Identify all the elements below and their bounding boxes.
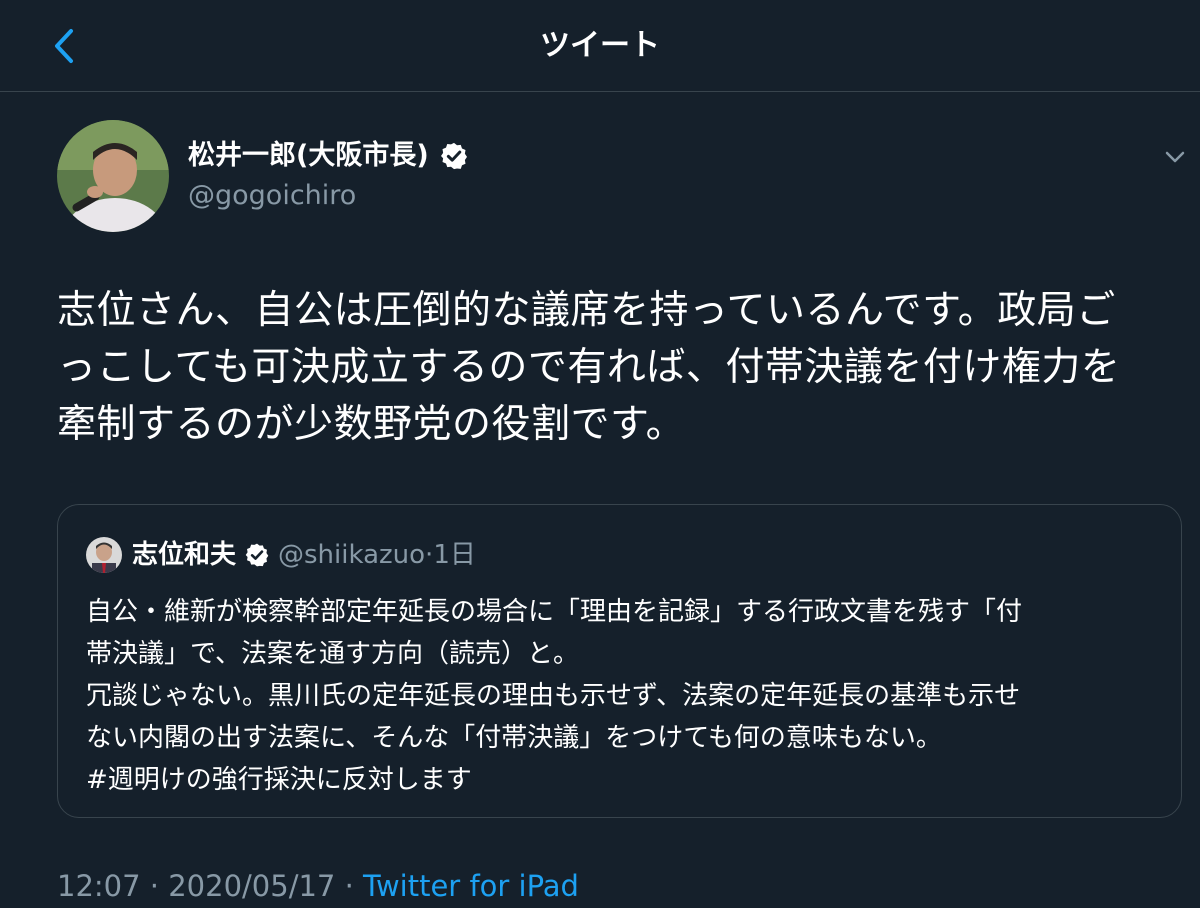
author-name[interactable]: 松井一郎(大阪市長) <box>188 136 469 176</box>
tweet-text-line: 志位さん、自公は圧倒的な議席を持っているんです。政局ご <box>57 288 1116 333</box>
quoted-author-name: 志位和夫 <box>132 540 237 570</box>
quoted-text-line: 自公・維新が検察幹部定年延長の場合に「理由を記録」する行政文書を残す「付 <box>86 597 1023 627</box>
quoted-handle-time: @shiikazuo·1日 <box>278 540 476 570</box>
quoted-text-line: 帯決議」で、法案を通す方向（読売）と。 <box>86 639 579 669</box>
tweet-metadata: 12:07 · 2020/05/17 · Twitter for iPad <box>57 866 579 906</box>
quoted-text-line: ない内閣の出す法案に、そんな「付帯決議」をつけても何の意味もない。 <box>86 723 942 753</box>
page-title: ツイート <box>540 28 660 63</box>
author-name-text: 松井一郎(大阪市長) <box>188 140 429 171</box>
quoted-avatar <box>86 537 122 573</box>
tweet-source-link[interactable]: Twitter for iPad <box>363 869 579 903</box>
chevron-down-icon <box>1165 151 1185 163</box>
top-bar: ツイート <box>0 0 1200 92</box>
verified-badge-icon <box>440 142 467 170</box>
tweet-timestamp: 12:07 · 2020/05/17 · <box>57 869 364 903</box>
tweet-text-line: っこしても可決成立するので有れば、付帯決議を付け権力を <box>57 345 1121 390</box>
quoted-text-line: 冗談じゃない。黒川氏の定年延長の理由も示せず、法案の定年延長の基準も示せ <box>86 681 1021 711</box>
quoted-avatar-photo <box>86 537 122 573</box>
verified-badge-icon <box>245 543 269 567</box>
quoted-tweet-header: 志位和夫 @shiikazuo·1日 <box>132 535 476 575</box>
quoted-text-line: #週明けの強行採決に反対します <box>86 765 472 795</box>
author-handle[interactable]: @gogoichiro <box>188 178 356 214</box>
avatar[interactable] <box>57 120 169 232</box>
avatar-photo <box>57 120 169 232</box>
more-options-button[interactable] <box>1158 140 1192 174</box>
tweet-text: 志位さん、自公は圧倒的な議席を持っているんです。政局ご っこしても可決成立するの… <box>57 282 1177 453</box>
tweet-text-line: 牽制するのが少数野党の役割です。 <box>57 402 686 447</box>
quoted-tweet-card[interactable]: 志位和夫 @shiikazuo·1日 自公・維新が検察幹部定年延長の場合に「理由… <box>57 504 1182 818</box>
quoted-tweet-text: 自公・維新が検察幹部定年延長の場合に「理由を記録」する行政文書を残す「付 帯決議… <box>86 591 1161 801</box>
